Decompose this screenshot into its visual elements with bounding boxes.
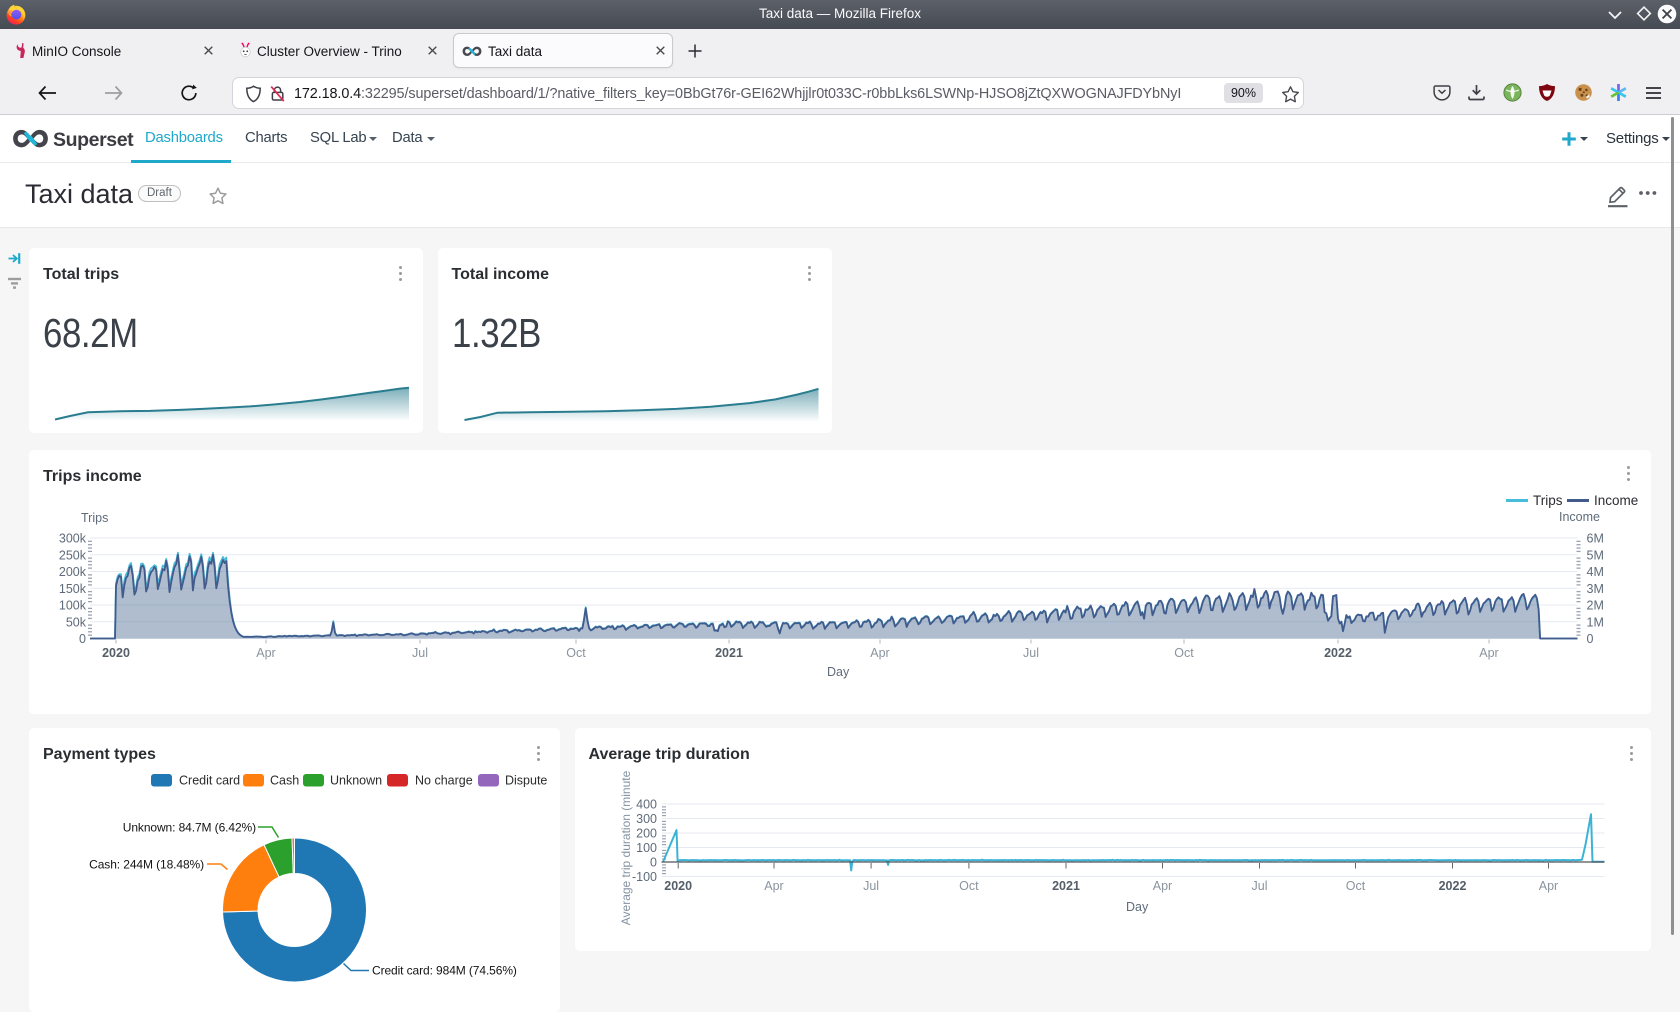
svg-text:Jul: Jul: [863, 879, 879, 893]
svg-text:50k: 50k: [66, 615, 87, 629]
svg-text:1M: 1M: [1587, 615, 1604, 629]
svg-text:6M: 6M: [1587, 532, 1604, 546]
svg-text:Income: Income: [1559, 510, 1600, 524]
svg-text:Day: Day: [1126, 900, 1149, 914]
svg-text:Trips: Trips: [81, 511, 108, 525]
svg-text:Income: Income: [1594, 493, 1638, 508]
svg-text:Unknown: 84.7M (6.42%): Unknown: 84.7M (6.42%): [123, 821, 256, 835]
svg-text:3M: 3M: [1587, 582, 1604, 596]
svg-text:200: 200: [636, 827, 657, 841]
svg-text:Cash: 244M (18.48%): Cash: 244M (18.48%): [89, 858, 204, 872]
svg-text:Dispute: Dispute: [505, 774, 547, 788]
svg-text:400: 400: [636, 798, 657, 812]
svg-text:100: 100: [636, 841, 657, 855]
svg-text:Oct: Oct: [1345, 879, 1365, 893]
svg-text:Jul: Jul: [1251, 879, 1267, 893]
svg-text:-100: -100: [631, 870, 656, 884]
svg-text:Apr: Apr: [1479, 646, 1498, 660]
svg-text:Apr: Apr: [870, 646, 889, 660]
svg-text:Oct: Oct: [959, 879, 979, 893]
svg-text:150k: 150k: [59, 582, 87, 596]
svg-text:Oct: Oct: [1174, 646, 1194, 660]
svg-text:Jul: Jul: [1023, 646, 1039, 660]
svg-text:Cash: Cash: [270, 774, 299, 788]
svg-text:Credit card: 984M (74.56%): Credit card: 984M (74.56%): [372, 964, 517, 978]
svg-text:2022: 2022: [1438, 879, 1466, 893]
svg-text:Apr: Apr: [1152, 879, 1171, 893]
svg-text:Apr: Apr: [256, 646, 275, 660]
svg-text:5M: 5M: [1587, 548, 1604, 562]
svg-text:Apr: Apr: [1538, 879, 1557, 893]
svg-text:2M: 2M: [1587, 599, 1604, 613]
svg-text:Average trip duration (minute: Average trip duration (minute: [619, 770, 633, 925]
svg-text:2021: 2021: [1052, 879, 1080, 893]
svg-text:2022: 2022: [1324, 646, 1352, 660]
svg-text:Jul: Jul: [412, 646, 428, 660]
svg-text:2020: 2020: [664, 879, 692, 893]
svg-text:Unknown: Unknown: [330, 774, 382, 788]
svg-text:Trips: Trips: [1533, 493, 1563, 508]
svg-text:Oct: Oct: [566, 646, 586, 660]
svg-text:0: 0: [79, 632, 86, 646]
svg-text:0: 0: [1587, 632, 1594, 646]
svg-text:Apr: Apr: [764, 879, 783, 893]
svg-text:No charge: No charge: [415, 774, 473, 788]
svg-text:2021: 2021: [715, 646, 743, 660]
svg-text:Credit card: Credit card: [179, 774, 240, 788]
svg-text:Day: Day: [827, 665, 850, 679]
svg-text:2020: 2020: [102, 646, 130, 660]
svg-text:4M: 4M: [1587, 565, 1604, 579]
svg-text:300k: 300k: [59, 532, 87, 546]
svg-text:250k: 250k: [59, 548, 87, 562]
svg-text:200k: 200k: [59, 565, 87, 579]
svg-text:0: 0: [650, 856, 657, 870]
svg-text:100k: 100k: [59, 599, 87, 613]
svg-text:300: 300: [636, 812, 657, 826]
